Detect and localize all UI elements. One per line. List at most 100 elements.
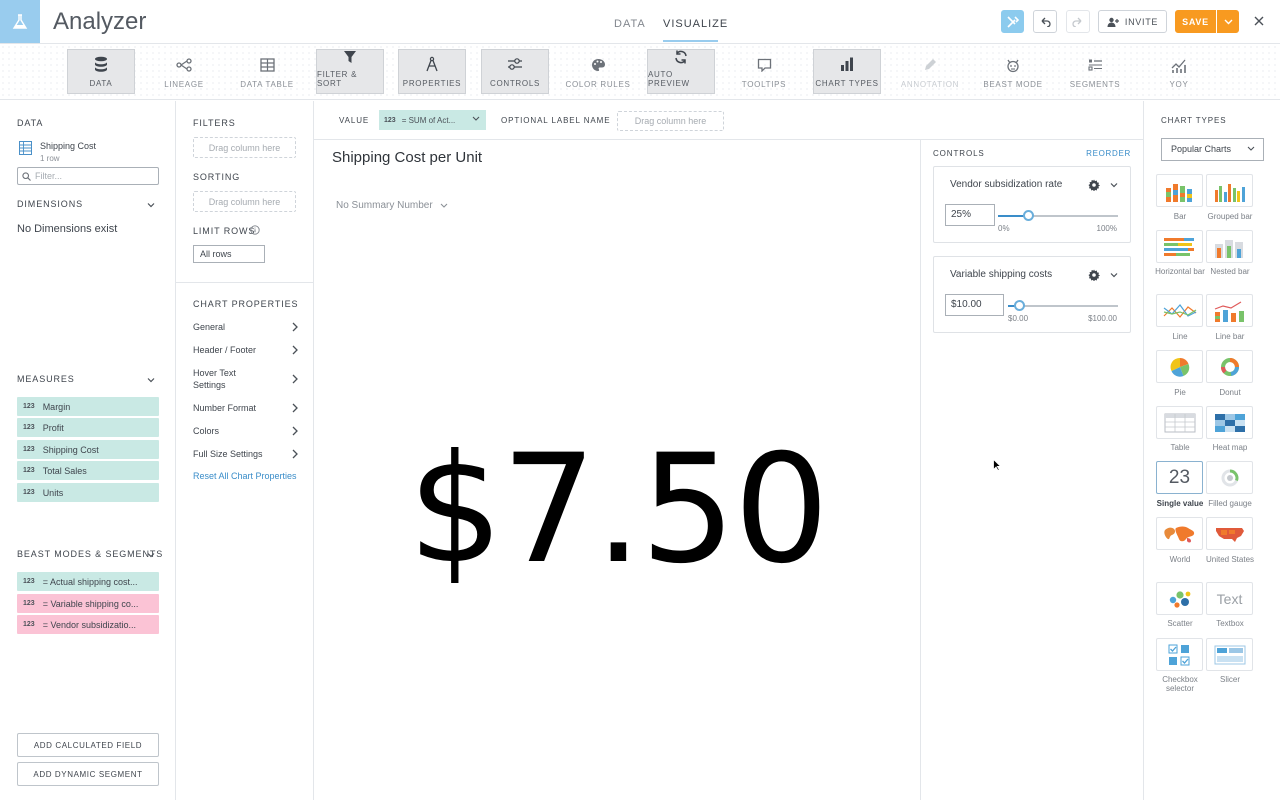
prop-hover-text[interactable]: Hover Text Settings (193, 367, 299, 391)
chevron-down-icon[interactable] (1109, 180, 1119, 190)
chart-type-table[interactable] (1156, 406, 1203, 439)
prop-header-footer[interactable]: Header / Footer (193, 344, 299, 356)
add-calculated-field-button[interactable]: ADD CALCULATED FIELD (17, 733, 159, 757)
chart-type-slicer[interactable] (1206, 638, 1253, 671)
chevron-down-icon (1247, 146, 1255, 151)
chart-type-bar[interactable] (1156, 174, 1203, 207)
chart-type-label: Donut (1219, 388, 1241, 397)
chart-type-scatter[interactable] (1156, 582, 1203, 615)
toolbar-controls[interactable]: CONTROLS (481, 49, 549, 94)
toolbar-tooltips[interactable]: TOOLTIPS (730, 49, 798, 94)
chart-type-grouped-bar[interactable] (1206, 174, 1253, 207)
chart-type-pie[interactable] (1156, 350, 1203, 383)
close-button[interactable] (1251, 13, 1267, 29)
toolbar-segments[interactable]: SEGMENTS (1061, 49, 1129, 94)
sorting-drop-zone[interactable]: Drag column here (193, 191, 296, 212)
chart-type-horizontal-bar[interactable] (1156, 230, 1203, 263)
chart-type-donut[interactable] (1206, 350, 1253, 383)
measure-pill[interactable]: 123 Shipping Cost (17, 440, 159, 459)
tab-visualize[interactable]: VISUALIZE (663, 18, 728, 30)
chart-category-select[interactable]: Popular Charts (1161, 138, 1264, 161)
tab-data[interactable]: DATA (614, 18, 646, 30)
single-value-display: $7.50 (407, 423, 829, 597)
redo-button[interactable] (1066, 10, 1090, 33)
chart-type-united-states[interactable] (1206, 517, 1253, 550)
beast-mode-pill[interactable]: 123 = Variable shipping co... (17, 594, 159, 613)
toolbar-beast-mode[interactable]: BEAST MODE (979, 49, 1047, 94)
variable-shipping-input[interactable]: $10.00 (945, 294, 1004, 316)
prop-colors[interactable]: Colors (193, 425, 299, 437)
chevron-down-icon[interactable] (146, 550, 156, 560)
chart-type-label: Bar (1173, 212, 1187, 221)
chart-type-textbox[interactable]: Text (1206, 582, 1253, 615)
beast-mode-pill[interactable]: 123 = Vendor subsidizatio... (17, 615, 159, 634)
info-icon[interactable] (250, 225, 260, 235)
chevron-down-icon[interactable] (146, 200, 156, 210)
value-pill[interactable]: 123 = SUM of Act... (379, 110, 486, 130)
gear-icon[interactable] (1088, 179, 1100, 191)
label-drop-zone[interactable]: Drag column here (617, 111, 724, 131)
measure-pill[interactable]: 123 Units (17, 483, 159, 502)
toolbar-segments-label: SEGMENTS (1069, 80, 1121, 89)
toolbar-properties[interactable]: PROPERTIES (398, 49, 466, 94)
chevron-right-icon (292, 345, 298, 355)
chevron-down-icon[interactable] (1109, 270, 1119, 280)
reorder-link[interactable]: REORDER (1086, 149, 1131, 158)
toolbar-yoy[interactable]: YOY (1145, 49, 1213, 94)
prop-number-format[interactable]: Number Format (193, 402, 299, 414)
controls-title: CONTROLS (933, 149, 985, 158)
toolbar-lineage[interactable]: LINEAGE (150, 49, 218, 94)
add-dynamic-segment-button[interactable]: ADD DYNAMIC SEGMENT (17, 762, 159, 786)
toolbar-filter-sort[interactable]: FILTER & SORT (316, 49, 384, 94)
limit-rows-select[interactable]: All rows (193, 245, 265, 263)
chart-type-label: Line (1172, 332, 1188, 341)
reset-chart-properties-link[interactable]: Reset All Chart Properties (193, 471, 297, 481)
dataset-name[interactable]: Shipping Cost (40, 141, 96, 151)
gear-icon[interactable] (1088, 269, 1100, 281)
number-type-icon: 123 (23, 467, 35, 474)
save-options-button[interactable] (1217, 10, 1239, 33)
chart-type-world[interactable] (1156, 517, 1203, 550)
chart-type-line-bar[interactable] (1206, 294, 1253, 327)
chart-type-line[interactable] (1156, 294, 1203, 327)
toolbar-data-table[interactable]: DATA TABLE (233, 49, 301, 94)
invite-button[interactable]: INVITE (1098, 10, 1167, 33)
slider-track[interactable] (1008, 305, 1118, 307)
field-filter-input[interactable]: Filter... (17, 167, 159, 185)
filters-drop-zone[interactable]: Drag column here (193, 137, 296, 158)
toolbar-color-rules[interactable]: COLOR RULES (564, 49, 632, 94)
toolbar-chart-types[interactable]: CHART TYPES (813, 49, 881, 94)
toolbar-data[interactable]: DATA (67, 49, 135, 94)
undo-button[interactable] (1033, 10, 1057, 33)
chevron-down-icon[interactable] (146, 375, 156, 385)
search-icon (22, 172, 31, 181)
tools-button[interactable] (1001, 10, 1024, 33)
measure-pill[interactable]: 123 Total Sales (17, 461, 159, 480)
prop-full-size[interactable]: Full Size Settings (193, 448, 299, 460)
vendor-subsidization-input[interactable]: 25% (945, 204, 995, 226)
single-value-icon: 23 (1168, 466, 1191, 488)
toolbar-auto-preview[interactable]: AUTO PREVIEW (647, 49, 715, 94)
slider-thumb[interactable] (1013, 300, 1025, 311)
slider-thumb[interactable] (1022, 210, 1034, 221)
save-button[interactable]: SAVE (1175, 10, 1216, 33)
chart-type-heat-map[interactable] (1206, 406, 1253, 439)
prop-general[interactable]: General (193, 321, 299, 333)
line-bar-icon (1214, 300, 1244, 322)
chart-type-filled-gauge[interactable] (1206, 461, 1253, 494)
chart-type-single-value[interactable]: 23 (1156, 461, 1203, 494)
chart-type-checkbox-selector[interactable] (1156, 638, 1203, 671)
chevron-right-icon (292, 322, 298, 332)
chart-title[interactable]: Shipping Cost per Unit (332, 149, 482, 166)
add-user-icon (1107, 17, 1119, 27)
prop-label: Full Size Settings (193, 449, 263, 459)
chart-type-nested-bar[interactable] (1206, 230, 1253, 263)
analyzer-logo[interactable] (0, 0, 40, 43)
summary-number-select[interactable]: No Summary Number (336, 200, 448, 211)
measure-pill[interactable]: 123 Margin (17, 397, 159, 416)
toolbar-annotation[interactable]: ANNOTATION (896, 49, 964, 94)
close-icon (1254, 16, 1264, 26)
app-header: Analyzer DATA VISUALIZE INVITE SAVE (0, 0, 1280, 44)
beast-mode-pill[interactable]: 123 = Actual shipping cost... (17, 572, 159, 591)
measure-pill[interactable]: 123 Profit (17, 418, 159, 437)
